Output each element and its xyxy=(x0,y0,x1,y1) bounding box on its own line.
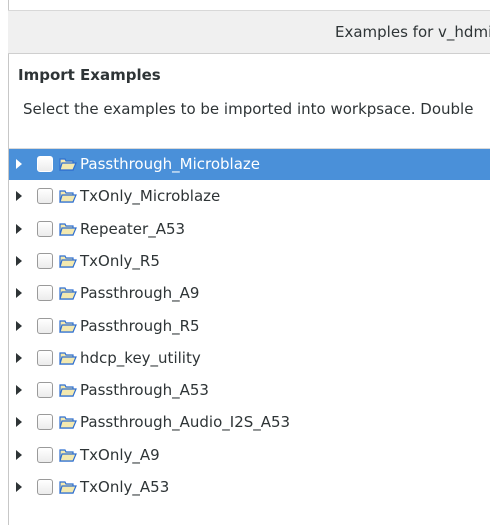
expand-arrow-icon[interactable] xyxy=(16,191,22,202)
dialog-titlebar[interactable]: Examples for v_hdmi xyxy=(8,10,490,54)
expand-arrow-icon[interactable] xyxy=(16,352,22,363)
tree-item[interactable]: TxOnly_A9 xyxy=(9,440,490,471)
item-checkbox[interactable] xyxy=(37,317,53,334)
open-folder-icon xyxy=(59,414,77,430)
examples-tree[interactable]: Passthrough_Microblaze TxOnly_Microblaze R… xyxy=(9,148,490,526)
page-description: Select the examples to be imported into … xyxy=(23,100,474,118)
open-folder-icon xyxy=(59,188,77,204)
open-folder-icon xyxy=(59,350,77,366)
tree-item[interactable]: TxOnly_A53 xyxy=(9,472,490,503)
tree-item[interactable]: TxOnly_R5 xyxy=(9,246,490,277)
expand-arrow-icon[interactable] xyxy=(16,385,22,396)
tree-item-label: Passthrough_R5 xyxy=(80,316,200,335)
item-checkbox[interactable] xyxy=(37,349,53,366)
tree-item-label: TxOnly_R5 xyxy=(80,251,160,270)
tree-item[interactable]: Passthrough_R5 xyxy=(9,311,490,342)
open-folder-icon xyxy=(59,382,77,398)
item-checkbox[interactable] xyxy=(37,446,53,463)
dialog-header: Import Examples Select the examples to b… xyxy=(9,55,490,150)
tree-item[interactable]: hdcp_key_utility xyxy=(9,343,490,374)
open-folder-icon xyxy=(59,479,77,495)
tree-item-label: Passthrough_A9 xyxy=(80,284,200,303)
expand-arrow-icon[interactable] xyxy=(16,159,22,169)
item-checkbox[interactable] xyxy=(37,414,53,431)
dialog-title: Examples for v_hdmi xyxy=(335,23,490,41)
open-folder-icon xyxy=(59,253,77,269)
page-heading: Import Examples xyxy=(18,66,161,84)
expand-arrow-icon[interactable] xyxy=(16,223,22,234)
open-folder-icon xyxy=(59,156,77,172)
expand-arrow-icon[interactable] xyxy=(16,482,22,492)
tree-item[interactable]: Passthrough_Audio_I2S_A53 xyxy=(9,407,490,438)
tree-item[interactable]: TxOnly_Microblaze xyxy=(9,181,490,212)
tree-item-label: Passthrough_Audio_I2S_A53 xyxy=(80,413,291,432)
expand-arrow-icon[interactable] xyxy=(16,417,22,428)
tree-item[interactable]: Passthrough_Microblaze xyxy=(9,149,490,180)
expand-arrow-icon[interactable] xyxy=(16,255,22,266)
item-checkbox[interactable] xyxy=(37,220,53,237)
tree-item[interactable]: Passthrough_A53 xyxy=(9,375,490,406)
tree-item-label: TxOnly_A9 xyxy=(80,445,160,464)
item-checkbox[interactable] xyxy=(37,252,53,269)
item-checkbox[interactable] xyxy=(37,285,53,302)
tree-item-label: Repeater_A53 xyxy=(80,219,186,238)
tree-item-label: hdcp_key_utility xyxy=(80,348,201,367)
expand-arrow-icon[interactable] xyxy=(16,288,22,299)
open-folder-icon xyxy=(59,447,77,463)
tree-item[interactable]: Repeater_A53 xyxy=(9,214,490,245)
item-checkbox[interactable] xyxy=(37,188,53,205)
tree-item[interactable]: Passthrough_A9 xyxy=(9,278,490,309)
tree-item-label: TxOnly_A53 xyxy=(80,478,170,496)
expand-arrow-icon[interactable] xyxy=(16,449,22,460)
open-folder-icon xyxy=(59,318,77,334)
tree-item-label: TxOnly_Microblaze xyxy=(80,187,221,206)
item-checkbox[interactable] xyxy=(37,382,53,399)
tree-item-label: Passthrough_Microblaze xyxy=(80,155,260,173)
item-checkbox[interactable] xyxy=(37,156,53,172)
open-folder-icon xyxy=(59,221,77,237)
expand-arrow-icon[interactable] xyxy=(16,320,22,331)
item-checkbox[interactable] xyxy=(37,479,53,495)
tree-item-label: Passthrough_A53 xyxy=(80,381,209,400)
open-folder-icon xyxy=(59,285,77,301)
